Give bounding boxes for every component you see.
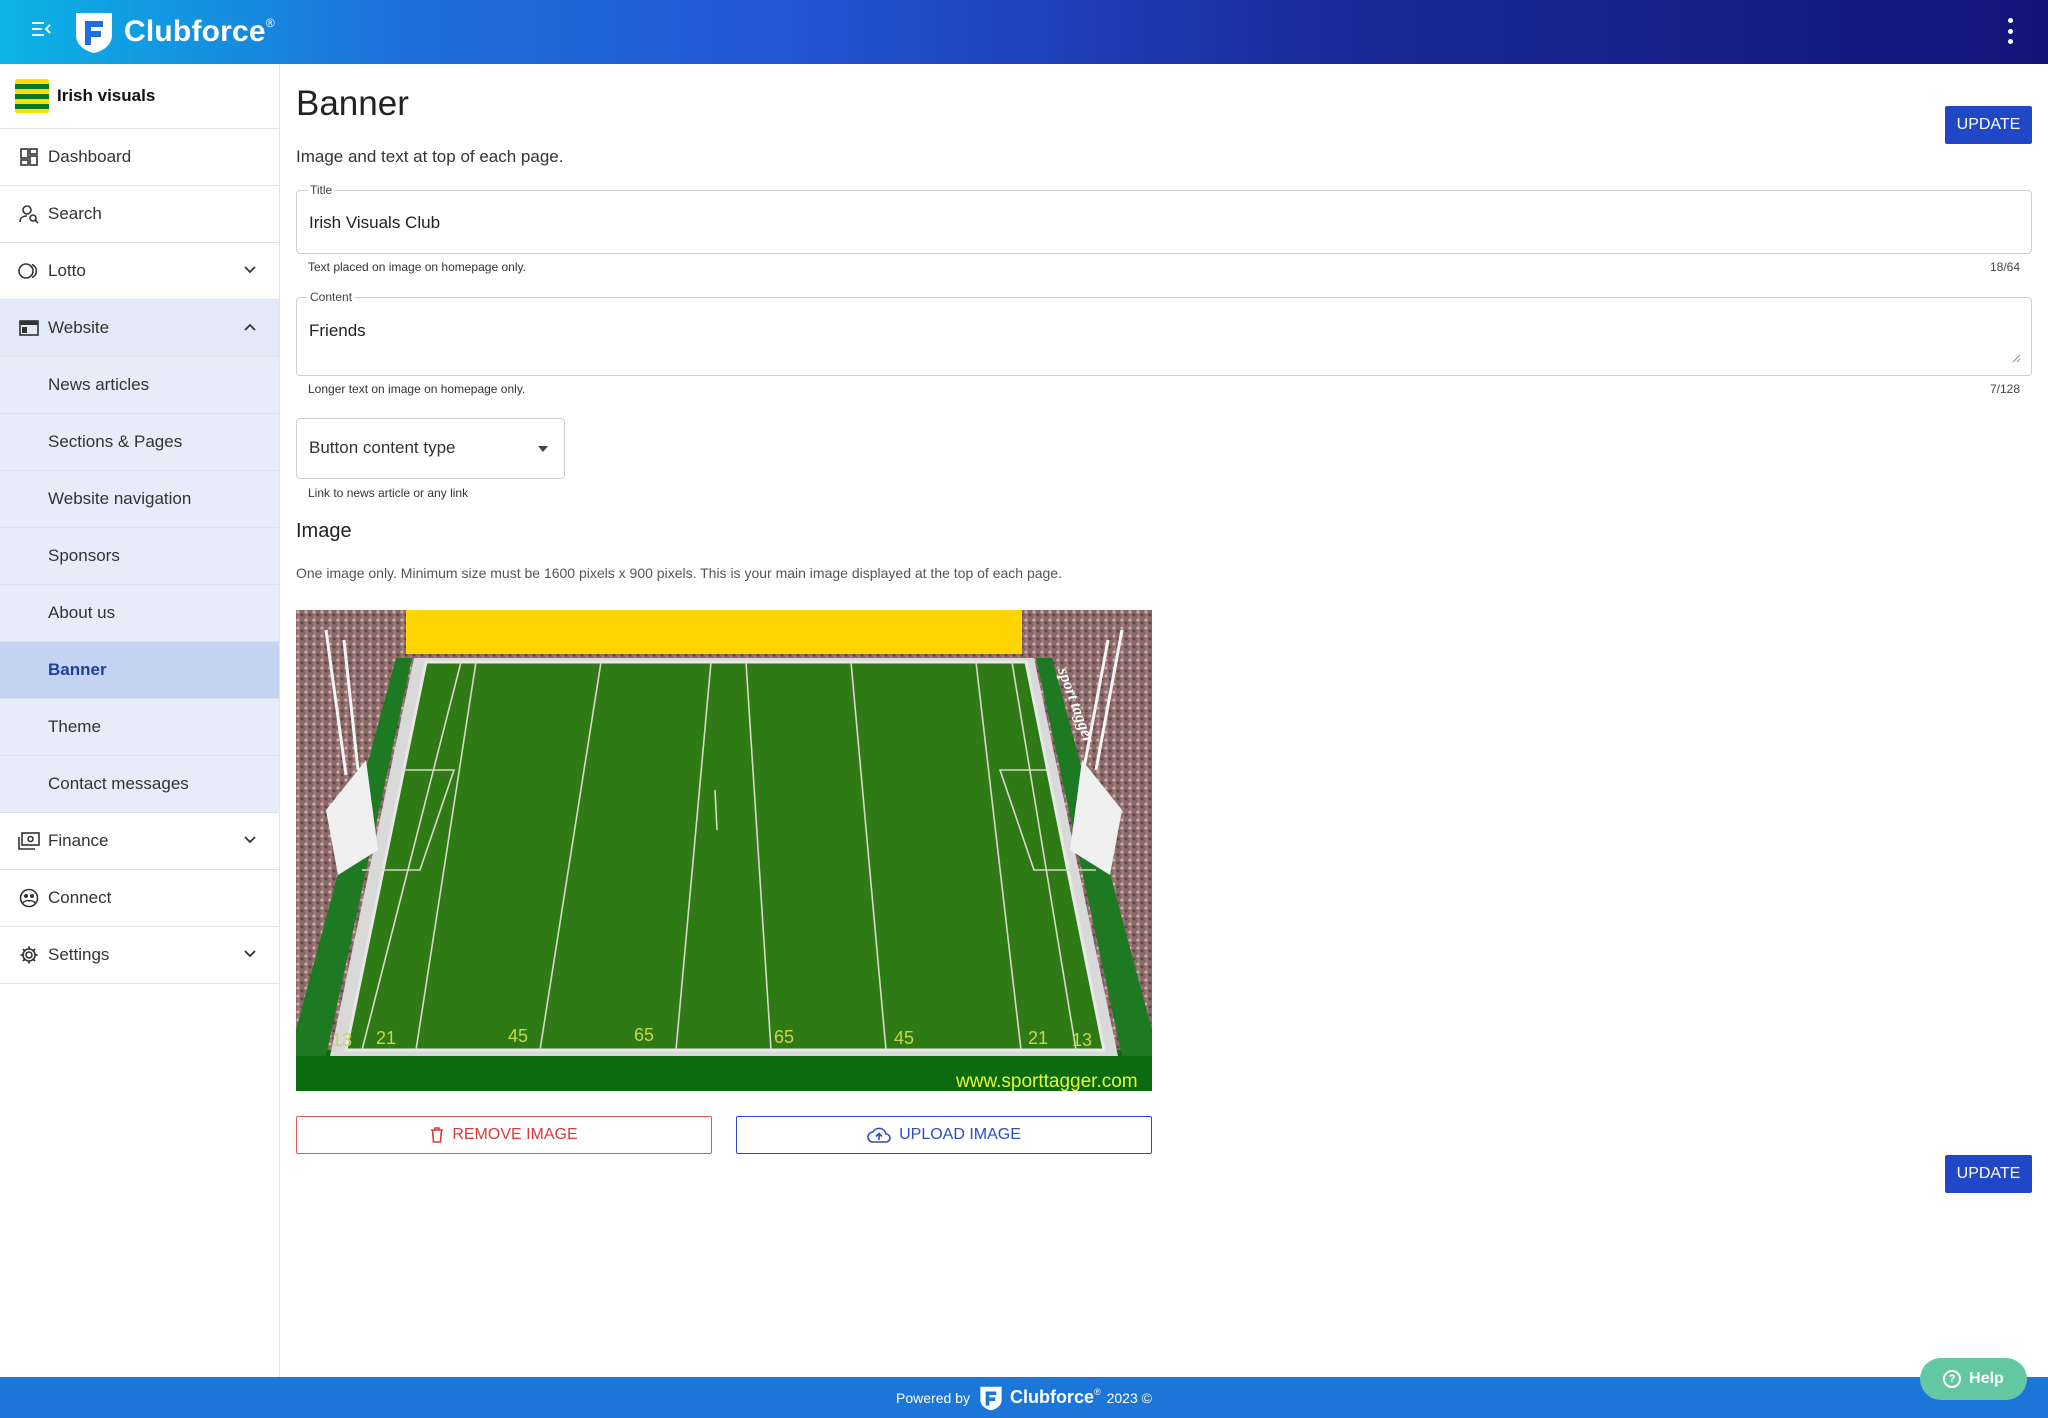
sidebar-subitem-label: Theme	[48, 717, 101, 736]
svg-text:13: 13	[1072, 1030, 1092, 1050]
sidebar-item-dashboard[interactable]: Dashboard	[0, 129, 279, 186]
more-menu-icon[interactable]	[2006, 18, 2014, 44]
help-button[interactable]: ? Help	[1920, 1358, 2027, 1400]
sidebar-item-label: Dashboard	[48, 147, 132, 166]
footer-brand: Clubforce	[1009, 1387, 1094, 1407]
top-app-bar: Clubforce ®	[0, 0, 2048, 64]
svg-text:65: 65	[774, 1027, 794, 1047]
club-crest-icon	[15, 79, 49, 113]
footer: Powered by Clubforce ® 2023 ©	[0, 1377, 2048, 1418]
button-content-type-hint: Link to news article or any link	[308, 486, 469, 500]
svg-text:21: 21	[376, 1028, 396, 1048]
sidebar-subitem-label: Banner	[48, 660, 107, 679]
chevron-down-icon	[244, 266, 256, 274]
chevron-up-icon	[244, 323, 256, 331]
svg-text:45: 45	[508, 1026, 528, 1046]
sidebar-subitem-label: Sections & Pages	[48, 432, 183, 451]
sidebar-subitem-sponsors[interactable]: Sponsors	[0, 528, 279, 585]
sidebar-item-website[interactable]: Website	[0, 300, 279, 357]
page-description: Image and text at top of each page.	[296, 147, 564, 166]
update-button-bottom[interactable]: UPDATE	[1945, 1155, 2032, 1193]
sidebar-item-lotto[interactable]: Lotto	[0, 243, 279, 300]
remove-image-label: REMOVE IMAGE	[452, 1126, 578, 1143]
upload-image-label: UPLOAD IMAGE	[899, 1126, 1021, 1143]
sidebar-item-label: Website	[48, 318, 110, 337]
chevron-down-icon	[244, 950, 256, 958]
cloud-upload-icon	[867, 1127, 891, 1143]
sidebar-subitem-theme[interactable]: Theme	[0, 699, 279, 756]
image-section-description: One image only. Minimum size must be 160…	[296, 565, 1062, 581]
help-icon: ?	[1943, 1370, 1962, 1388]
chevron-down-icon	[244, 836, 256, 844]
title-field-hint: Text placed on image on homepage only.	[308, 260, 526, 274]
clubforce-logo-icon	[76, 13, 112, 53]
sidebar-subitem-website-navigation[interactable]: Website navigation	[0, 471, 279, 528]
connect-icon	[18, 887, 40, 909]
title-field-label: Title	[308, 183, 335, 197]
sidebar-item-label: Search	[48, 204, 102, 223]
club-selector[interactable]: Irish visuals	[0, 64, 279, 129]
update-button-top[interactable]: UPDATE	[1945, 106, 2032, 144]
sidebar-subitem-about-us[interactable]: About us	[0, 585, 279, 642]
content-field-label: Content	[308, 290, 355, 304]
footer-year: 2023 ©	[1106, 1389, 1152, 1406]
person-search-icon	[18, 203, 40, 225]
sidebar-subitem-sections-pages[interactable]: Sections & Pages	[0, 414, 279, 471]
gear-icon	[18, 944, 40, 966]
trash-icon	[431, 1127, 444, 1143]
sidebar-subitem-news-articles[interactable]: News articles	[0, 357, 279, 414]
brand-reg: ®	[265, 16, 275, 30]
svg-text:65: 65	[634, 1025, 654, 1045]
sidebar-subitem-label: Contact messages	[48, 774, 189, 793]
title-field[interactable]: Title Irish Visuals Club	[296, 183, 2032, 254]
sidebar-item-connect[interactable]: Connect	[0, 870, 279, 927]
sidebar-item-label: Finance	[48, 831, 109, 850]
content-field-counter: 7/128	[1989, 382, 2020, 396]
sidebar-subitem-label: News articles	[48, 375, 150, 394]
sidebar-subitem-label: Website navigation	[48, 489, 192, 508]
footer-powered-by: Powered by	[896, 1389, 970, 1406]
sidebar-subitem-contact-messages[interactable]: Contact messages	[0, 756, 279, 813]
upload-image-button[interactable]: UPLOAD IMAGE	[736, 1116, 1152, 1154]
svg-text:21: 21	[1028, 1028, 1048, 1048]
banner-image: 13 21 45 65 65 45 21 13 www.sporttagger.…	[296, 610, 1152, 1091]
sidebar-item-finance[interactable]: Finance	[0, 813, 279, 870]
dashboard-icon	[18, 146, 40, 168]
brand-logo[interactable]: Clubforce ®	[72, 8, 275, 56]
content-field-hint: Longer text on image on homepage only.	[308, 382, 526, 396]
caret-down-icon	[538, 446, 548, 452]
finance-icon	[18, 830, 40, 852]
menu-collapse-icon[interactable]	[30, 18, 52, 40]
clubforce-logo-icon	[980, 1386, 1002, 1410]
sidebar-item-label: Lotto	[48, 261, 86, 280]
resize-handle-icon[interactable]	[2011, 353, 2021, 363]
svg-text:13: 13	[332, 1030, 352, 1050]
title-field-value[interactable]: Irish Visuals Club	[309, 213, 440, 233]
sidebar: Irish visuals Dashboard Search Lotto Web…	[0, 64, 280, 1377]
banner-url-text: www.sporttagger.com	[955, 1071, 1138, 1091]
remove-image-button[interactable]: REMOVE IMAGE	[296, 1116, 712, 1154]
help-label: Help	[1969, 1370, 2004, 1387]
content-field[interactable]: Content Friends	[296, 290, 2032, 376]
image-section-title: Image	[296, 520, 352, 542]
sidebar-item-search[interactable]: Search	[0, 186, 279, 243]
footer-reg: ®	[1093, 1387, 1101, 1397]
brand-name: Clubforce	[124, 15, 266, 48]
sidebar-subitem-label: Sponsors	[48, 546, 120, 565]
web-icon	[18, 317, 40, 339]
lotto-icon	[18, 260, 40, 282]
button-content-type-label: Button content type	[309, 438, 456, 457]
page-title: Banner	[296, 84, 409, 123]
title-field-counter: 18/64	[1989, 260, 2020, 274]
club-name: Irish visuals	[57, 86, 156, 105]
sidebar-item-label: Settings	[48, 945, 110, 964]
svg-text:45: 45	[894, 1028, 914, 1048]
button-content-type-select[interactable]: Button content type	[296, 418, 565, 479]
sidebar-item-label: Connect	[48, 888, 112, 907]
sidebar-subitem-label: About us	[48, 603, 116, 622]
sidebar-subitem-banner[interactable]: Banner	[0, 642, 279, 699]
content-field-value[interactable]: Friends	[309, 321, 366, 341]
sidebar-item-settings[interactable]: Settings	[0, 927, 279, 984]
